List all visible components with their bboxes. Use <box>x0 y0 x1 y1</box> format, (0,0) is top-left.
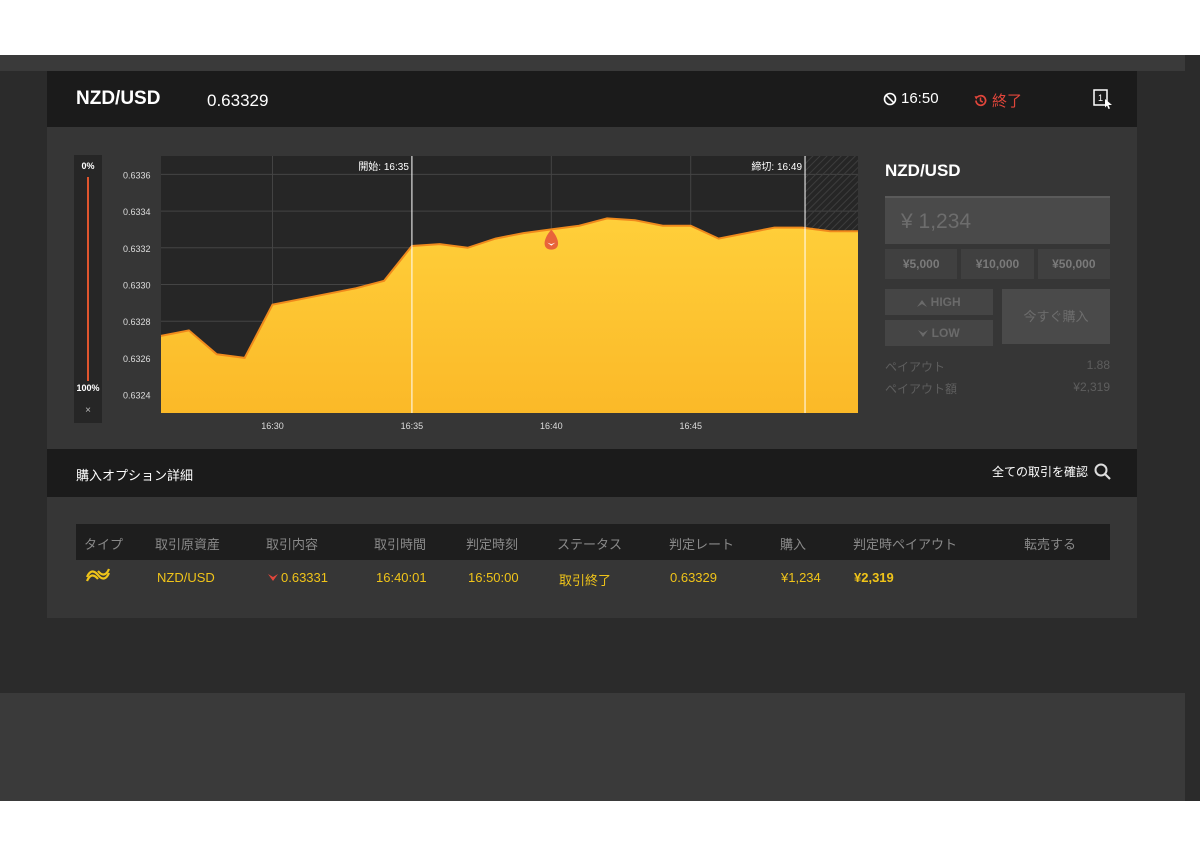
row-payout: ¥2,319 <box>854 570 894 585</box>
payout-amount-value: ¥2,319 <box>1073 380 1110 394</box>
th-judge-time: 判定時刻 <box>466 537 519 552</box>
one-click-icon[interactable]: 1 <box>1093 89 1113 109</box>
search-icon <box>1094 463 1111 480</box>
low-button[interactable]: LOW <box>885 320 993 346</box>
gauge-top-label: 0% <box>81 161 95 171</box>
low-arrow-icon <box>268 573 278 581</box>
y-tick-label: 0.6326 <box>123 354 151 364</box>
top-strip <box>0 55 1185 71</box>
th-time: 取引時間 <box>374 537 427 552</box>
price-chart: 0.6336 0.6334 0.6332 0.6330 0.6328 0.6326 0.63… <box>123 156 858 431</box>
current-rate: 0.63329 <box>207 91 269 110</box>
th-content: 取引内容 <box>266 537 319 552</box>
high-low-type-icon <box>85 568 111 582</box>
up-arrow-icon <box>917 299 928 307</box>
check-all-label: 全ての取引を確認 <box>991 465 1088 479</box>
high-label: HIGH <box>930 295 961 309</box>
x-tick-label: 16:45 <box>679 421 702 431</box>
down-arrow-icon <box>918 329 929 337</box>
quick-amount-10000[interactable]: ¥10,000 <box>961 249 1034 279</box>
svg-text:1: 1 <box>1098 93 1103 103</box>
details-header: 購入オプション詳細 全ての取引を確認 <box>47 449 1137 497</box>
x-tick-label: 16:35 <box>401 421 424 431</box>
th-resell: 転売する <box>1024 537 1077 552</box>
details-title: 購入オプション詳細 <box>76 468 194 483</box>
row-judge-time: 16:50:00 <box>468 570 519 585</box>
table-header: タイプ 取引原資産 取引内容 取引時間 判定時刻 ステータス 判定レート 購入 … <box>76 524 1110 560</box>
th-asset: 取引原資産 <box>155 537 221 552</box>
y-tick-label: 0.6336 <box>123 170 151 180</box>
gauge-bottom-label: 100% <box>76 383 100 393</box>
th-payout: 判定時ペイアウト <box>853 537 958 552</box>
expiry-timer: 16:50 <box>883 90 939 107</box>
row-purchase: ¥1,234 <box>781 570 821 585</box>
payout-label: ペイアウト <box>885 360 946 374</box>
prohibited-icon <box>883 92 897 105</box>
payout-amount-label: ペイアウト額 <box>885 382 958 396</box>
row-asset: NZD/USD <box>157 570 215 585</box>
th-judge-rate: 判定レート <box>669 537 735 552</box>
status-text: 終了 <box>992 93 1023 110</box>
probability-gauge: 0% 100% × <box>74 155 102 423</box>
row-judge-rate: 0.63329 <box>670 570 717 585</box>
payout-value: 1.88 <box>1086 358 1110 372</box>
row-content: 0.63331 <box>268 570 328 585</box>
amount-input[interactable]: ¥ 1,234 <box>885 196 1110 244</box>
status-ended: 終了 <box>973 90 1022 111</box>
history-icon <box>974 94 987 107</box>
end-label: 締切: 16:49 <box>751 160 802 173</box>
y-tick-label: 0.6328 <box>123 317 151 327</box>
gauge-bar <box>87 177 89 381</box>
check-all-link[interactable]: 全ての取引を確認 <box>992 463 1111 480</box>
pair-title: NZD/USD <box>76 88 161 109</box>
trade-pair-title: NZD/USD <box>885 161 961 180</box>
row-time: 16:40:01 <box>376 570 427 585</box>
x-tick-label: 16:30 <box>261 421 284 431</box>
x-tick-label: 16:40 <box>540 421 563 431</box>
y-tick-label: 0.6332 <box>123 244 151 254</box>
th-type: タイプ <box>84 537 124 552</box>
start-label: 開始: 16:35 <box>358 160 409 173</box>
y-tick-label: 0.6334 <box>123 207 151 217</box>
high-button[interactable]: HIGH <box>885 289 993 315</box>
quick-amount-50000[interactable]: ¥50,000 <box>1037 249 1110 279</box>
quick-amount-row: ¥5,000 ¥10,000 ¥50,000 <box>885 249 1110 279</box>
y-tick-label: 0.6324 <box>123 391 151 401</box>
payout-amount-row: ペイアウト額 ¥2,319 <box>885 380 1110 397</box>
timer-text: 16:50 <box>901 90 939 107</box>
buy-now-button[interactable]: 今すぐ購入 <box>1002 289 1110 344</box>
th-status: ステータス <box>557 537 623 552</box>
th-purchase: 購入 <box>780 537 807 552</box>
row-content-value: 0.63331 <box>281 570 328 585</box>
low-label: LOW <box>931 326 960 340</box>
payout-row: ペイアウト 1.88 <box>885 358 1110 375</box>
y-tick-label: 0.6330 <box>123 281 151 291</box>
trade-header: NZD/USD 0.63329 16:50 終了 1 <box>47 71 1137 127</box>
close-icon[interactable]: × <box>74 405 102 416</box>
quick-amount-5000[interactable]: ¥5,000 <box>885 249 958 279</box>
row-status: 取引終了 <box>559 573 612 588</box>
right-strip <box>1185 55 1200 801</box>
